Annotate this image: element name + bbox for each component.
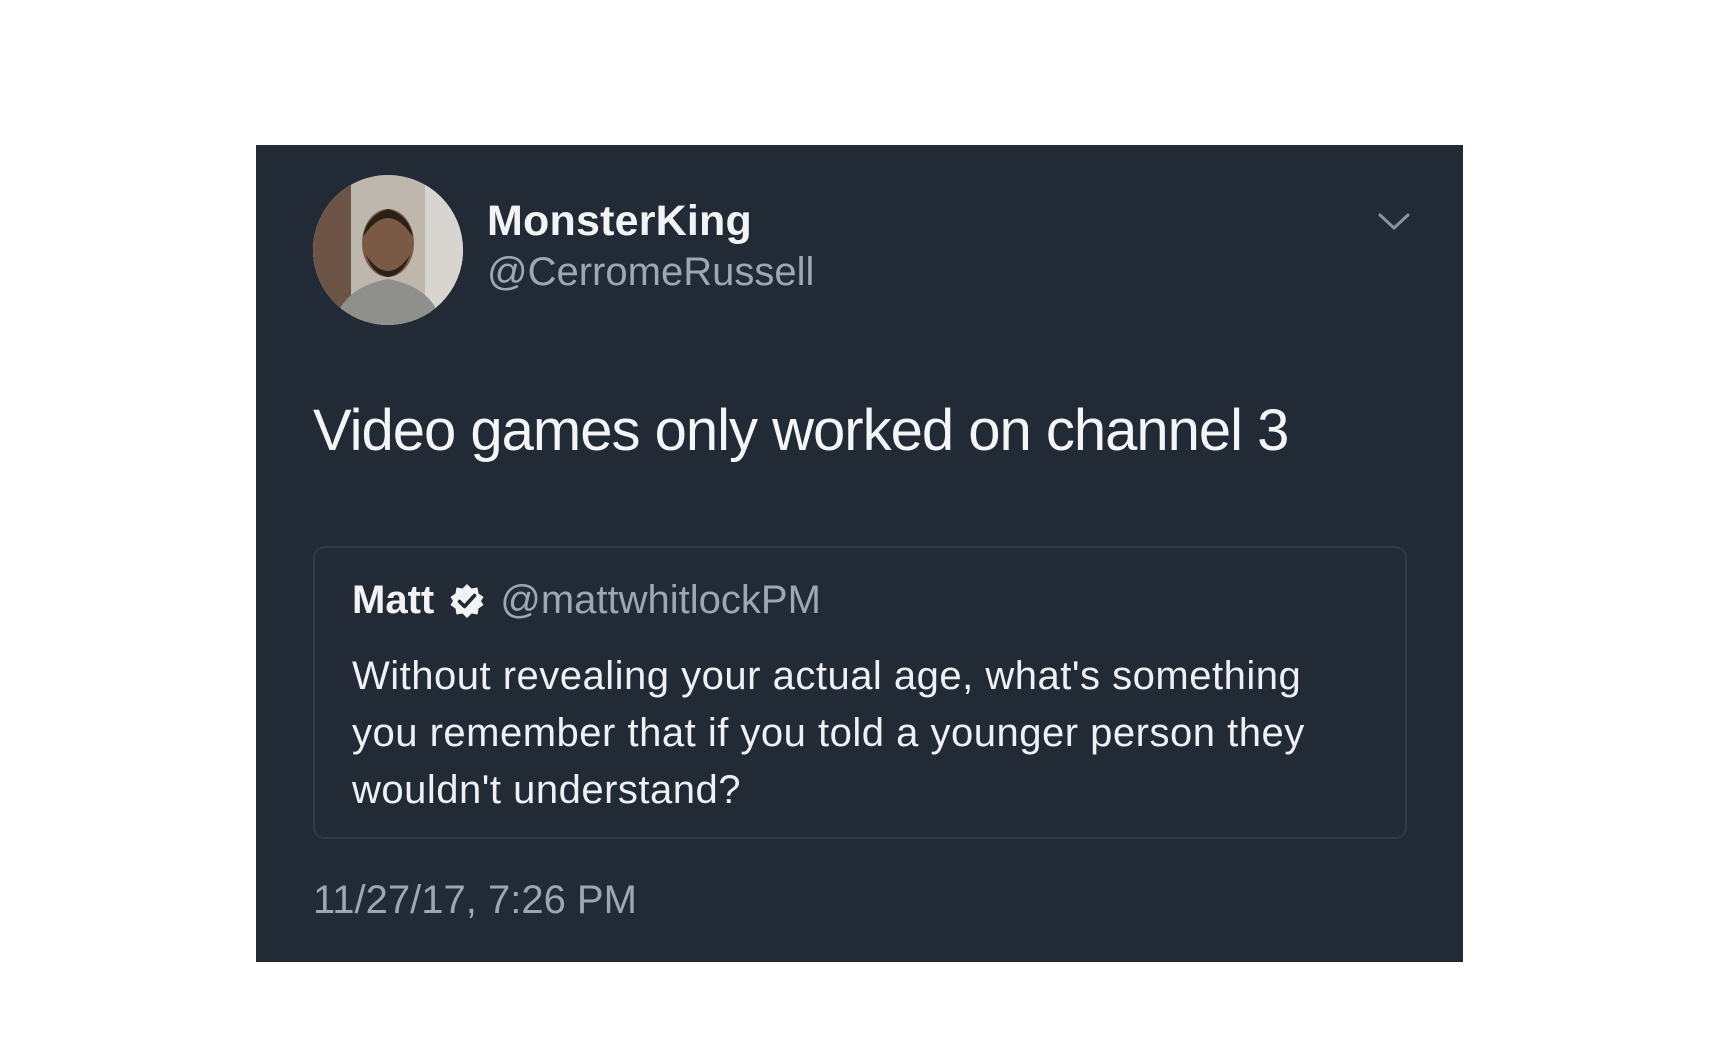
- quoted-author-handle: @mattwhitlockPM: [500, 578, 821, 622]
- quoted-tweet-header: Matt @mattwhitlockPM: [352, 578, 821, 623]
- quoted-tweet-card[interactable]: Matt @mattwhitlockPM Without revealing y…: [313, 546, 1407, 839]
- quoted-tweet-text: Without revealing your actual age, what'…: [352, 654, 1305, 812]
- author-display-name[interactable]: MonsterKing: [487, 197, 752, 246]
- tweet-timestamp[interactable]: 11/27/17, 7:26 PM: [313, 878, 637, 923]
- chevron-down-icon[interactable]: [1376, 207, 1412, 235]
- quoted-author-display-name: Matt: [352, 578, 435, 622]
- tweet-card: MonsterKing @CerromeRussell Video games …: [256, 145, 1463, 962]
- author-handle[interactable]: @CerromeRussell: [487, 250, 814, 295]
- avatar[interactable]: [313, 175, 463, 325]
- tweet-text: Video games only worked on channel 3: [313, 398, 1289, 463]
- avatar-photo: [313, 175, 463, 325]
- verified-badge-icon: [448, 582, 486, 620]
